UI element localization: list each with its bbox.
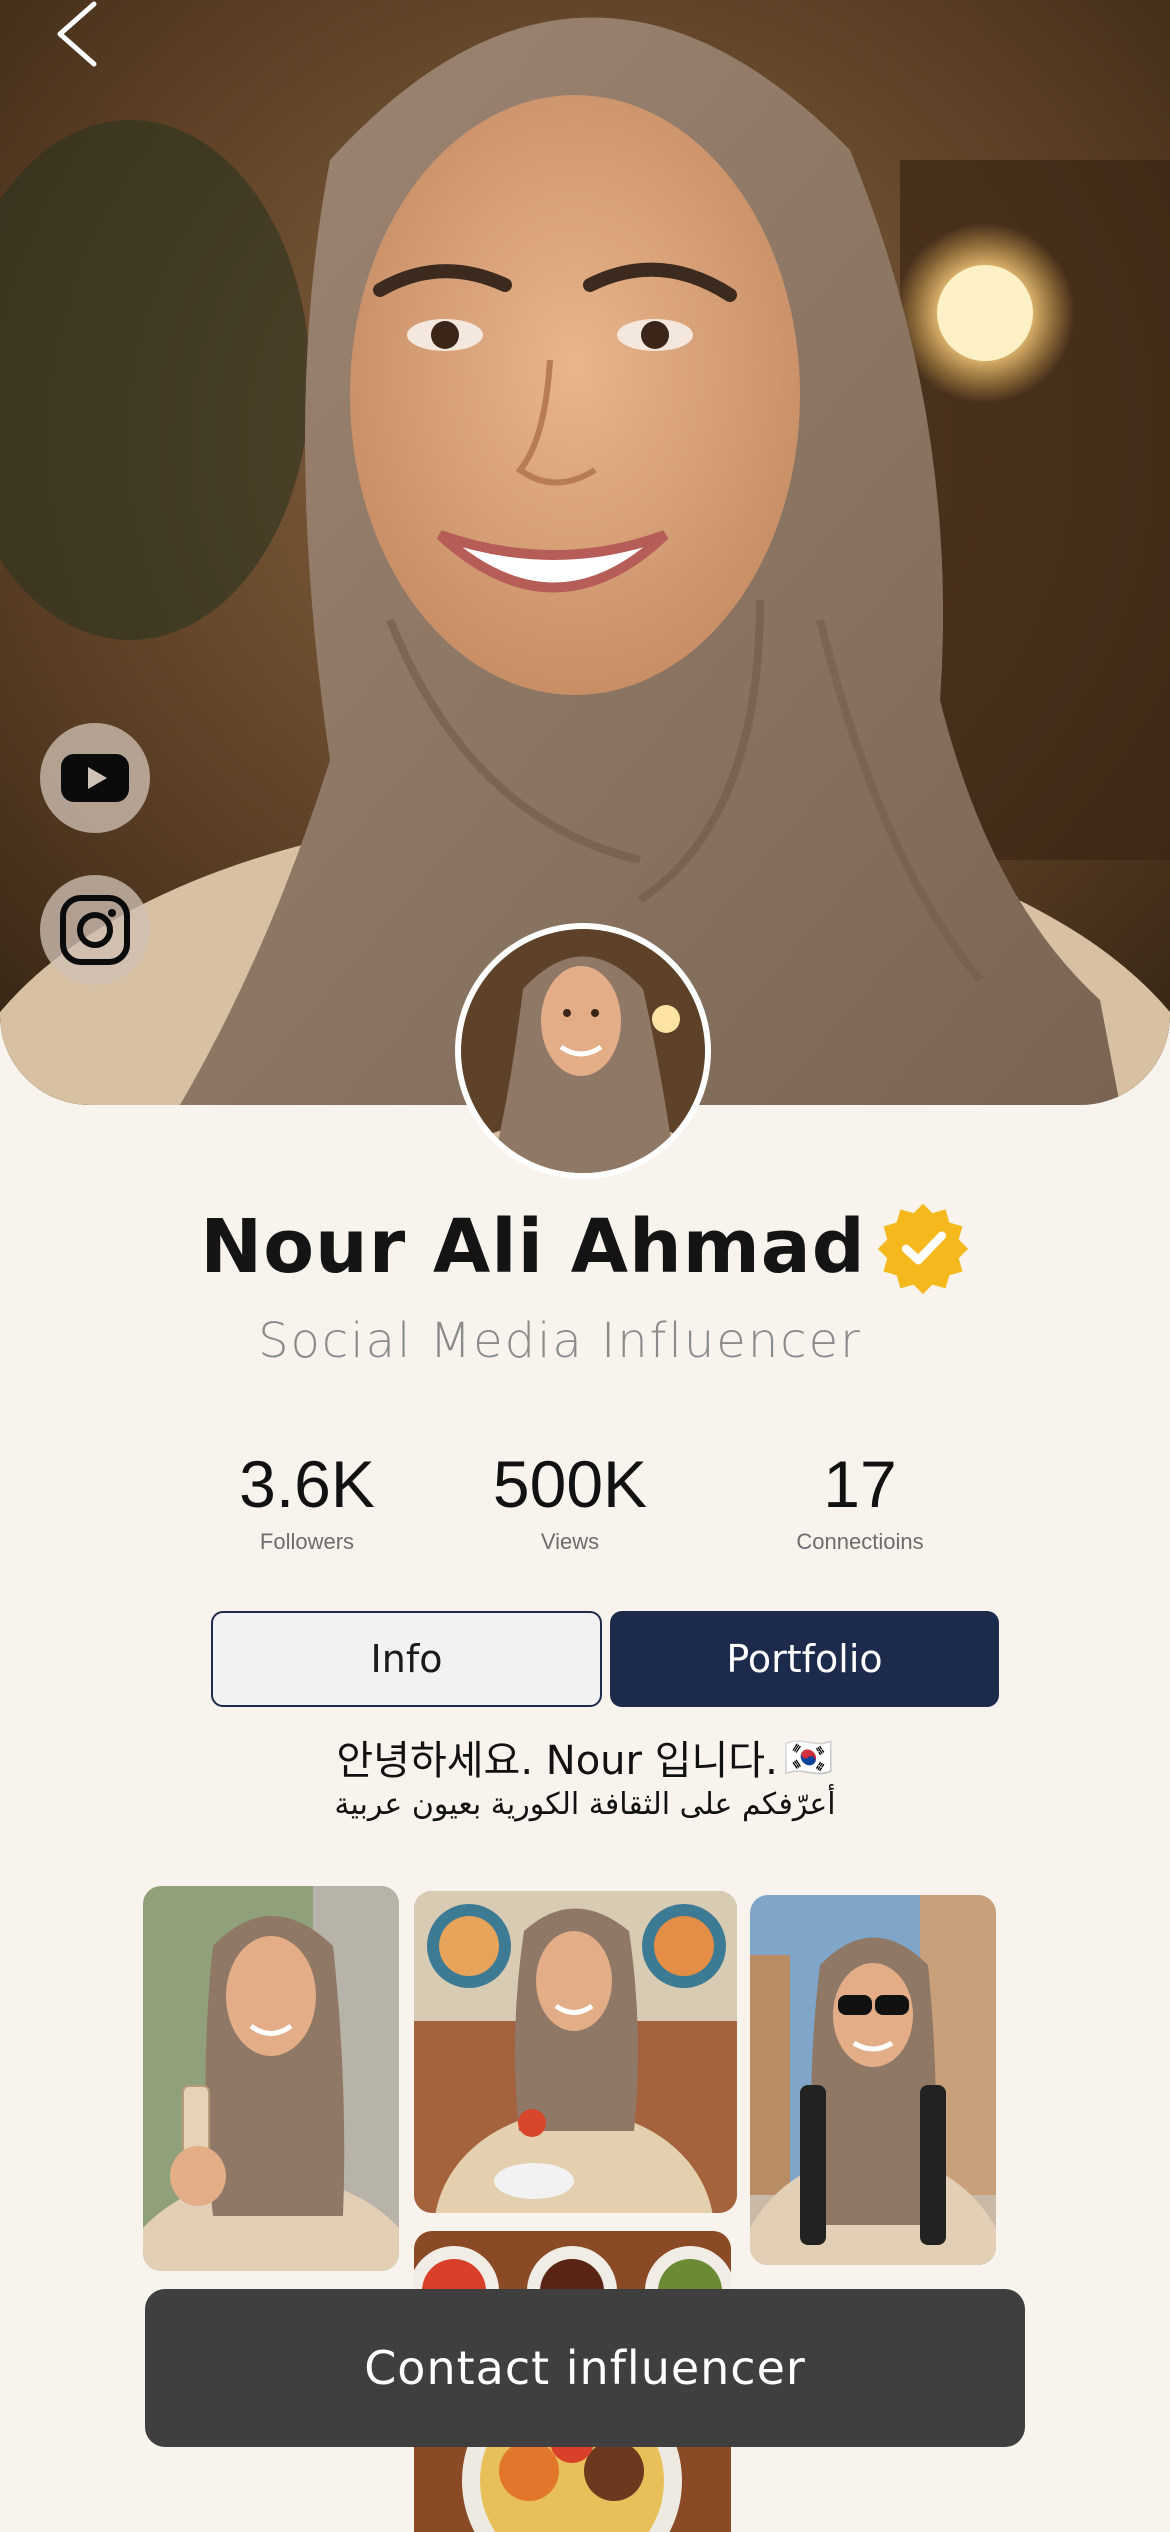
youtube-button[interactable] [40, 723, 150, 833]
profile-role: Social Media Influencer [258, 1313, 862, 1369]
chevron-left-icon [57, 1, 97, 67]
bio-arabic-text: أعرّفكم على الثقافة الكورية بعيون عربية [334, 1787, 836, 1822]
avatar [455, 923, 711, 1179]
portfolio-photo[interactable] [143, 1886, 399, 2271]
instagram-icon [60, 895, 130, 965]
stat-label: Connectioins [796, 1529, 924, 1555]
instagram-button[interactable] [40, 875, 150, 985]
name-row: Nour Ali Ahmad [0, 1200, 1170, 1294]
stat-followers: 3.6K Followers [222, 1447, 392, 1555]
portfolio-photo[interactable] [750, 1895, 996, 2265]
tab-info[interactable]: Info [211, 1611, 602, 1707]
stat-value: 3.6K [239, 1447, 375, 1521]
stat-connections: 17 Connectioins [770, 1447, 950, 1555]
back-button[interactable] [48, 0, 108, 70]
stat-label: Followers [259, 1529, 355, 1555]
contact-influencer-button[interactable]: Contact influencer [145, 2289, 1025, 2447]
korea-flag-icon: 🇰🇷 [783, 1734, 834, 1781]
stat-value: 500K [492, 1447, 648, 1521]
youtube-icon [61, 754, 129, 802]
portfolio-photo[interactable] [414, 1891, 737, 2213]
bio-korean-text: 안녕하세요. Nour 입니다. [336, 1738, 778, 1784]
verified-badge-icon [877, 1203, 968, 1294]
tab-portfolio[interactable]: Portfolio [610, 1611, 999, 1707]
profile-name: Nour Ali Ahmad [200, 1204, 866, 1290]
stat-value: 17 [823, 1447, 897, 1521]
bio-korean-line: 안녕하세요. Nour 입니다. 🇰🇷 [0, 1728, 1170, 1786]
stat-views: 500K Views [465, 1447, 675, 1555]
stat-label: Views [540, 1529, 600, 1555]
